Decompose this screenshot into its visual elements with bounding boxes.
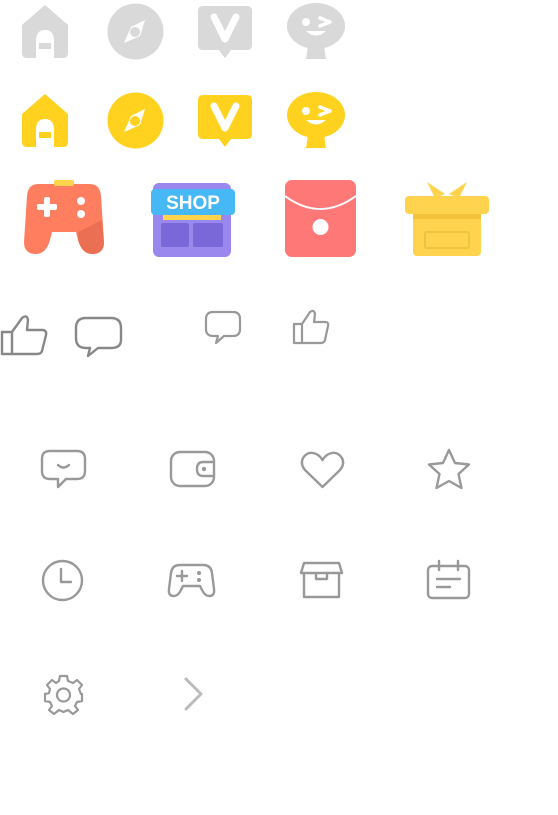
compass-icon[interactable] xyxy=(107,3,164,60)
gear-icon[interactable] xyxy=(43,674,84,716)
gamepad-icon[interactable] xyxy=(167,563,216,598)
chevron-right-icon[interactable] xyxy=(183,676,204,712)
video-icon[interactable] xyxy=(197,93,253,149)
thumbs-up-icon[interactable] xyxy=(0,314,48,356)
mascot-icon[interactable] xyxy=(286,2,346,60)
comment-icon[interactable] xyxy=(74,316,123,358)
heart-icon[interactable] xyxy=(300,451,345,489)
gift-icon[interactable] xyxy=(405,180,489,257)
wallet-icon[interactable] xyxy=(169,450,216,488)
home-icon[interactable] xyxy=(18,92,72,148)
red-envelope-icon[interactable] xyxy=(284,180,357,257)
gamepad-icon[interactable] xyxy=(24,180,104,256)
message-icon[interactable] xyxy=(40,449,87,489)
box-icon[interactable] xyxy=(299,561,344,599)
shop-icon[interactable]: SHOP xyxy=(151,183,235,257)
clock-icon[interactable] xyxy=(41,559,84,602)
compass-icon[interactable] xyxy=(107,92,164,149)
video-icon[interactable] xyxy=(197,4,253,60)
home-icon[interactable] xyxy=(18,3,72,59)
star-icon[interactable] xyxy=(426,448,472,491)
mascot-icon[interactable] xyxy=(286,91,346,149)
calendar-icon[interactable] xyxy=(426,559,471,600)
thumbs-up-icon[interactable] xyxy=(292,309,330,346)
shop-label: SHOP xyxy=(166,193,220,214)
comment-icon[interactable] xyxy=(204,310,242,345)
